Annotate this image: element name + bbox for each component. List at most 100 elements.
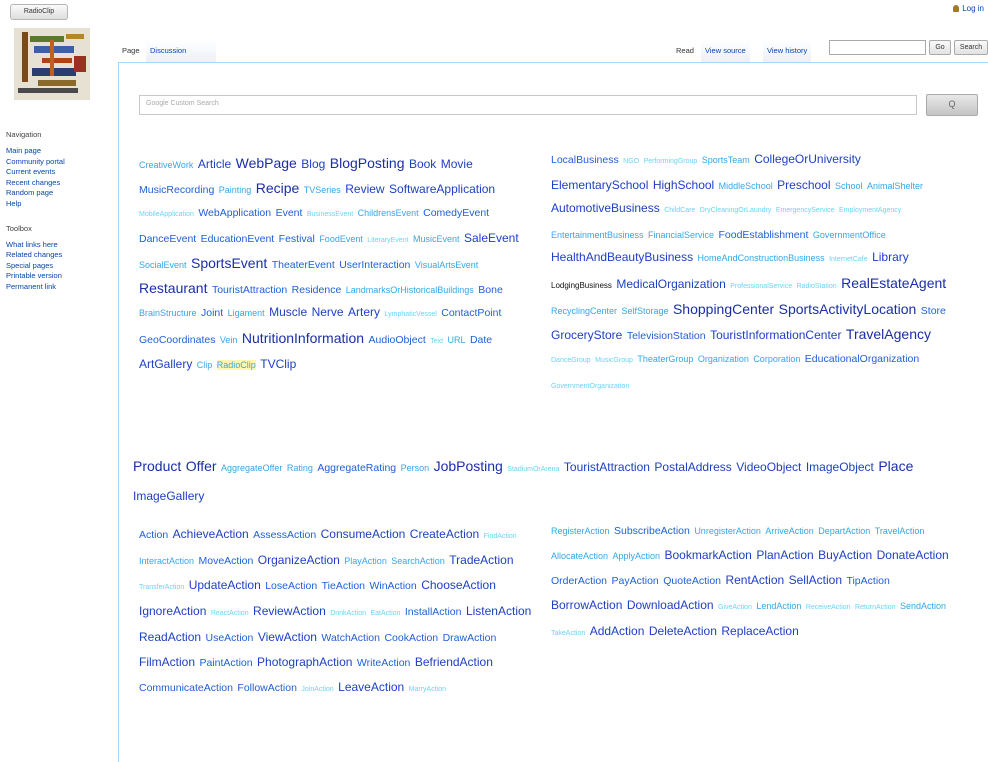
tag-link[interactable]: AchieveAction: [173, 527, 249, 541]
tag-link[interactable]: SportsEvent: [191, 255, 267, 271]
tag-link[interactable]: TheaterEvent: [272, 259, 335, 271]
tag-link[interactable]: ChildrensEvent: [358, 208, 419, 218]
tag-link[interactable]: CreateAction: [410, 527, 479, 541]
tag-link[interactable]: SoftwareApplication: [389, 182, 495, 196]
nav-help[interactable]: Help: [6, 199, 110, 208]
nav-recent-changes[interactable]: Recent changes: [6, 178, 110, 187]
tag-link[interactable]: InternetCafe: [829, 256, 868, 263]
tag-link[interactable]: AggregateOffer: [221, 463, 282, 473]
tag-link[interactable]: NGO: [623, 158, 639, 165]
tag-link[interactable]: Date: [470, 334, 492, 346]
tag-link[interactable]: Bone: [478, 284, 503, 296]
tag-link[interactable]: WinAction: [369, 580, 416, 592]
tag-link[interactable]: CreativeWork: [139, 160, 193, 170]
tag-link[interactable]: BorrowAction: [551, 598, 622, 612]
tag-link[interactable]: MoveAction: [198, 555, 253, 567]
tag-link[interactable]: Movie: [441, 157, 473, 171]
tag-link[interactable]: LeaveAction: [338, 680, 404, 694]
tag-link[interactable]: LendAction: [756, 601, 801, 611]
tag-link[interactable]: Action: [139, 529, 168, 541]
tag-link[interactable]: CookAction: [384, 632, 438, 644]
tag-link[interactable]: BusinessEvent: [307, 211, 353, 218]
tag-link[interactable]: ArriveAction: [765, 526, 814, 536]
tag-link[interactable]: ComedyEvent: [423, 207, 489, 219]
tag-link[interactable]: CollegeOrUniversity: [754, 152, 861, 166]
tag-link[interactable]: InteractAction: [139, 556, 194, 566]
tag-link[interactable]: TouristAttraction: [212, 284, 287, 296]
tool-what-links-here[interactable]: What links here: [6, 240, 110, 249]
tag-link[interactable]: BefriendAction: [415, 655, 493, 669]
tag-link[interactable]: TipAction: [846, 575, 889, 587]
tag-link[interactable]: HealthAndBeautyBusiness: [551, 250, 693, 264]
tag-link[interactable]: SportsActivityLocation: [779, 301, 917, 317]
tag-link[interactable]: ShoppingCenter: [673, 301, 774, 317]
tag-link[interactable]: ApplyAction: [613, 551, 661, 561]
tag-link[interactable]: MarryAction: [409, 686, 446, 693]
tag-link[interactable]: RecyclingCenter: [551, 306, 617, 316]
tag-link[interactable]: ConsumeAction: [321, 527, 406, 541]
tag-link[interactable]: Joint: [201, 307, 223, 319]
tag-link[interactable]: TouristInformationCenter: [710, 328, 841, 342]
login-link[interactable]: Log in: [953, 4, 984, 13]
tab-discussion[interactable]: Discussion: [146, 40, 216, 62]
tag-link[interactable]: ViewAction: [258, 630, 317, 644]
search-input[interactable]: [829, 40, 926, 55]
site-logo[interactable]: [14, 28, 90, 100]
tag-link[interactable]: MusicRecording: [139, 184, 214, 196]
tag-link[interactable]: Recipe: [256, 180, 300, 196]
tag-link[interactable]: Book: [409, 157, 436, 171]
tag-link[interactable]: CommunicateAction: [139, 682, 233, 694]
tag-link[interactable]: EducationalOrganization: [805, 353, 919, 365]
tag-link[interactable]: DeleteAction: [649, 624, 717, 638]
tag-link[interactable]: DepartAction: [818, 526, 870, 536]
tag-link[interactable]: Place: [878, 458, 913, 474]
tag-link[interactable]: Rating: [287, 463, 313, 473]
tag-link[interactable]: SocialEvent: [139, 260, 187, 270]
tag-link[interactable]: OrderAction: [551, 575, 607, 587]
tag-link[interactable]: TravelAgency: [846, 326, 931, 342]
tag-link[interactable]: GovernmentOrganization: [551, 383, 629, 390]
tag-link[interactable]: LoseAction: [265, 580, 317, 592]
tag-link[interactable]: GiveAction: [718, 604, 752, 611]
tag-link[interactable]: RegisterAction: [551, 526, 610, 536]
tag-link[interactable]: AssessAction: [253, 529, 316, 541]
tag-link[interactable]: FoodEstablishment: [719, 229, 809, 241]
tool-permanent-link[interactable]: Permanent link: [6, 282, 110, 291]
tag-link[interactable]: BuyAction: [818, 548, 872, 562]
tag-link[interactable]: Nerve: [312, 305, 344, 319]
tag-link[interactable]: Person: [401, 463, 430, 473]
tag-link[interactable]: Preschool: [777, 178, 830, 192]
tag-link[interactable]: TVClip: [260, 357, 296, 371]
tag-link[interactable]: Product: [133, 458, 181, 474]
tag-link[interactable]: Review: [345, 182, 384, 196]
tag-link[interactable]: School: [835, 181, 863, 191]
tag-link[interactable]: ReadAction: [139, 630, 201, 644]
tag-link[interactable]: EatAction: [370, 610, 400, 617]
tab-view-source[interactable]: View source: [701, 40, 750, 62]
tag-link[interactable]: AddAction: [590, 624, 645, 638]
tag-link[interactable]: JoinAction: [301, 686, 333, 693]
tag-link[interactable]: BlogPosting: [330, 155, 405, 171]
tag-link[interactable]: SearchAction: [391, 556, 445, 566]
tag-link[interactable]: EmergencyService: [776, 207, 835, 214]
tag-link[interactable]: ImageGallery: [133, 489, 204, 503]
tag-link[interactable]: GeoCoordinates: [139, 334, 215, 346]
tag-link[interactable]: ReactAction: [211, 610, 249, 617]
tag-link[interactable]: ReceiveAction: [806, 604, 851, 611]
tag-link[interactable]: InstallAction: [405, 606, 462, 618]
tag-link[interactable]: DanceGroup: [551, 357, 591, 364]
tag-link[interactable]: DrinkAction: [330, 610, 366, 617]
tag-link[interactable]: FinancialService: [648, 230, 714, 240]
tag-link[interactable]: RentAction: [725, 573, 784, 587]
tag-link[interactable]: SaleEvent: [464, 231, 519, 245]
tag-link[interactable]: DrawAction: [443, 632, 497, 644]
tool-related-changes[interactable]: Related changes: [6, 251, 110, 259]
site-button[interactable]: RadioClip: [10, 4, 68, 20]
tag-link[interactable]: EducationEvent: [201, 233, 275, 245]
tag-link[interactable]: Restaurant: [139, 280, 207, 296]
tag-link[interactable]: AllocateAction: [551, 551, 608, 561]
tag-link[interactable]: TouristAttraction: [564, 460, 650, 474]
tag-link[interactable]: TradeAction: [449, 553, 513, 567]
tag-link[interactable]: DanceEvent: [139, 233, 196, 245]
tag-link[interactable]: UseAction: [206, 632, 254, 644]
